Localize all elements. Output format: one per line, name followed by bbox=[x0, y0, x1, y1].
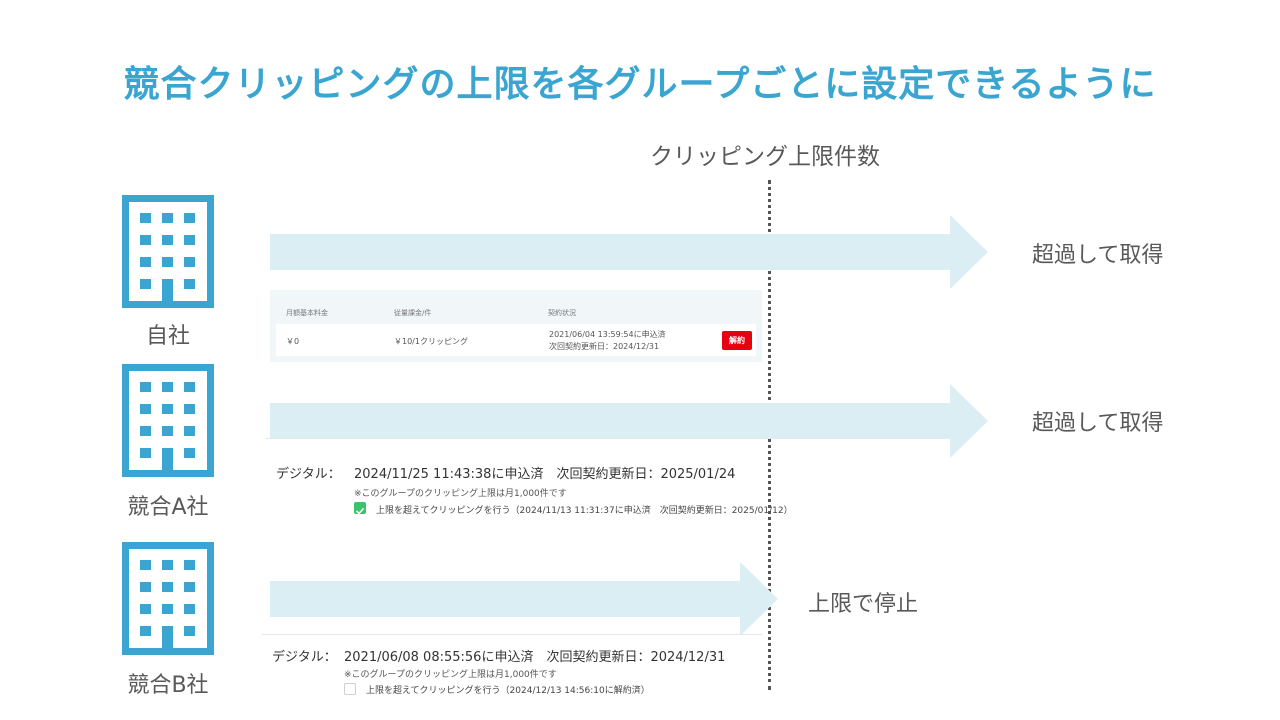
digital-panel-b: デジタル： 2021/06/08 08:55:56に申込済 次回契約更新日：20… bbox=[262, 634, 762, 702]
digital-status: 2021/06/08 08:55:56に申込済 次回契約更新日：2024/12/… bbox=[344, 650, 726, 665]
digital-status: 2024/11/25 11:43:38に申込済 次回契約更新日：2025/01/… bbox=[354, 467, 736, 482]
status-line-1: 2021/06/04 13:59:54に申込済 bbox=[549, 330, 666, 339]
overage-checkbox-label: 上限を超えてクリッピングを行う（2024/12/13 14:56:10に解約済） bbox=[366, 686, 650, 696]
building-icon bbox=[122, 195, 214, 308]
result-own: 超過して取得 bbox=[1032, 243, 1164, 268]
overage-checkbox-label: 上限を超えてクリッピングを行う（2024/11/13 11:31:37に申込済 … bbox=[376, 506, 793, 516]
company-label-competitor-b: 競合B社 bbox=[127, 673, 209, 698]
company-label-own: 自社 bbox=[145, 324, 190, 349]
header-status: 契約状況 bbox=[548, 309, 576, 317]
divider bbox=[266, 438, 766, 439]
header-unit-fee: 従量課金/件 bbox=[394, 309, 432, 317]
building-icon bbox=[122, 364, 214, 477]
limit-note: ※このグループのクリッピング上限は月1,000件です bbox=[354, 489, 567, 499]
digital-label: デジタル： bbox=[276, 467, 341, 482]
result-competitor-a: 超過して取得 bbox=[1032, 411, 1164, 436]
base-fee-value: ￥0 bbox=[286, 337, 300, 346]
overage-checkbox[interactable] bbox=[344, 683, 356, 695]
overage-checkbox[interactable] bbox=[354, 502, 366, 515]
check-icon bbox=[355, 507, 365, 515]
clipping-limit-label: クリッピング上限件数 bbox=[650, 144, 880, 170]
contract-row: ￥0 ￥10/1クリッピング 2021/06/04 13:59:54に申込済 次… bbox=[276, 324, 756, 356]
header-base-fee: 月額基本料金 bbox=[286, 309, 328, 317]
digital-label: デジタル： bbox=[272, 650, 337, 665]
contract-panel: 月額基本料金 従量課金/件 契約状況 ￥0 ￥10/1クリッピング 2021/0… bbox=[270, 290, 762, 362]
building-icon bbox=[122, 542, 214, 655]
unit-fee-value: ￥10/1クリッピング bbox=[394, 337, 468, 346]
cancel-button[interactable]: 解約 bbox=[722, 331, 752, 350]
limit-note: ※このグループのクリッピング上限は月1,000件です bbox=[344, 670, 557, 680]
divider bbox=[262, 634, 762, 635]
result-competitor-b: 上限で停止 bbox=[808, 592, 919, 617]
status-line-2: 次回契約更新日：2024/12/31 bbox=[549, 342, 660, 351]
page-title: 競合クリッピングの上限を各グループごとに設定できるように bbox=[123, 64, 1157, 105]
arrow-own bbox=[270, 215, 988, 289]
company-label-competitor-a: 競合A社 bbox=[127, 495, 209, 520]
digital-panel-a: デジタル： 2024/11/25 11:43:38に申込済 次回契約更新日：20… bbox=[266, 438, 793, 528]
arrow-competitor-b bbox=[270, 562, 778, 636]
